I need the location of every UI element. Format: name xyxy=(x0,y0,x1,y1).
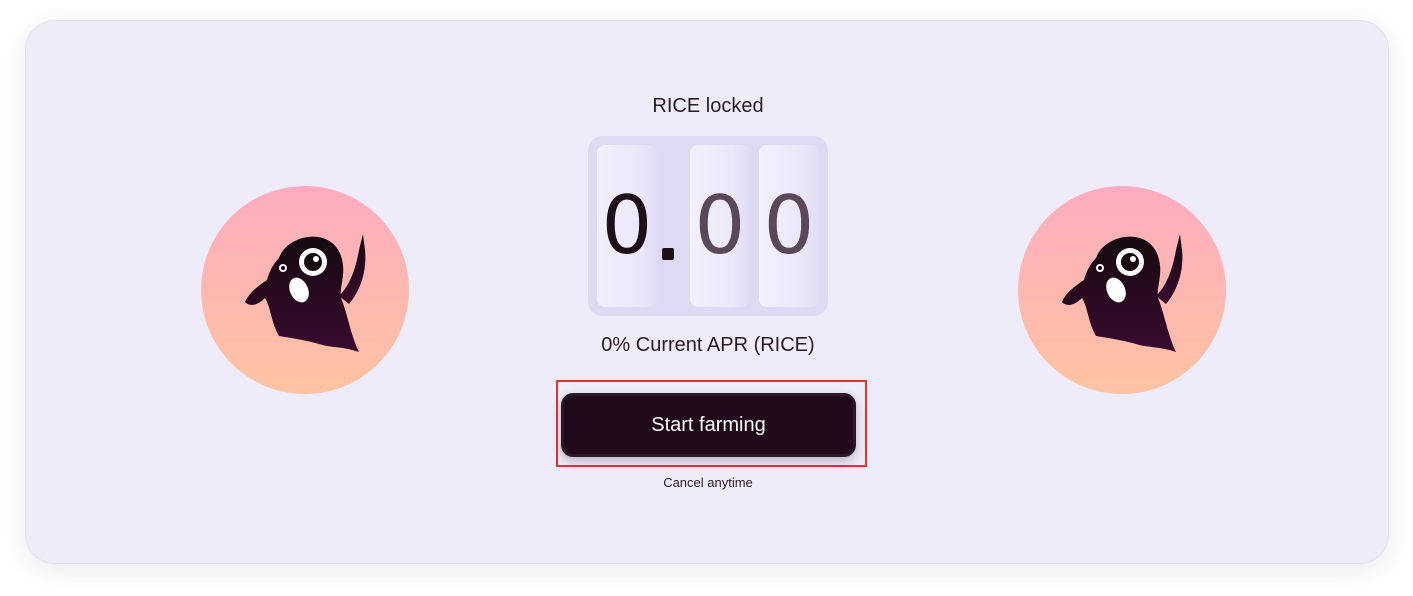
counter-decimal-digit-1: 0 xyxy=(690,145,750,307)
locked-amount-counter: 0 0 0 xyxy=(588,136,828,316)
current-apr-label: 0% Current APR (RICE) xyxy=(601,334,815,356)
ghost-mascot-icon xyxy=(1062,234,1183,352)
counter-decimal-digit-2: 0 xyxy=(759,145,819,307)
start-farming-button[interactable]: Start farming xyxy=(561,393,856,457)
ghost-mascot-icon xyxy=(245,234,366,352)
cancel-anytime-note: Cancel anytime xyxy=(663,475,753,490)
rice-locked-label: RICE locked xyxy=(652,95,764,117)
counter-integer-digit: 0 xyxy=(597,145,657,307)
decimal-point xyxy=(662,248,674,260)
mascot-avatar-right xyxy=(1018,186,1226,394)
farming-card: RICE locked 0 0 0 0% Current APR (RICE) … xyxy=(25,20,1389,564)
mascot-avatar-left xyxy=(201,186,409,394)
